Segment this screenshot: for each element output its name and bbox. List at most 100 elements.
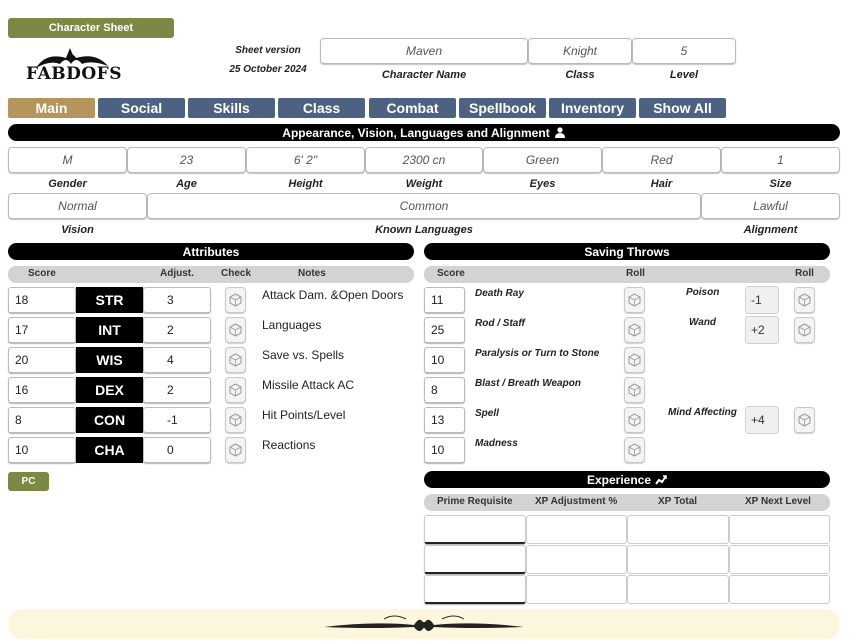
saving-throws-header: Saving Throws bbox=[424, 243, 830, 260]
wis-score-field[interactable]: 20 bbox=[8, 347, 76, 373]
gender-field[interactable]: M bbox=[8, 147, 127, 173]
class-label: Class bbox=[565, 69, 595, 81]
int-check-roll-button[interactable] bbox=[225, 317, 246, 343]
madness-save-score[interactable]: 10 bbox=[424, 437, 465, 463]
paralysis-or-turn-to-stone-save-roll-button[interactable] bbox=[624, 347, 645, 373]
xp-total-cell[interactable] bbox=[627, 545, 729, 574]
eyes-field[interactable]: Green bbox=[483, 147, 602, 173]
xp-next-level-cell[interactable] bbox=[729, 575, 830, 604]
int-adjust-field[interactable]: 2 bbox=[143, 317, 211, 343]
xp-next-level-cell[interactable] bbox=[729, 545, 830, 574]
wand-roll-button[interactable] bbox=[794, 317, 815, 343]
size-field[interactable]: 1 bbox=[721, 147, 840, 173]
poison-modifier[interactable]: -1 bbox=[745, 286, 779, 314]
str-score-field[interactable]: 18 bbox=[8, 287, 76, 313]
int-label: INT bbox=[76, 317, 143, 343]
mind-affecting-roll-button[interactable] bbox=[794, 407, 815, 433]
save-col-roll: Roll bbox=[626, 268, 645, 279]
character-name-field[interactable]: Maven bbox=[320, 38, 528, 64]
tab-skills[interactable]: Skills bbox=[188, 98, 275, 118]
hair-field[interactable]: Red bbox=[602, 147, 721, 173]
sheet-version-date: 25 October 2024 bbox=[229, 64, 307, 75]
rod-staff-save-score[interactable]: 25 bbox=[424, 317, 465, 343]
d20-icon bbox=[798, 413, 811, 427]
vision-field[interactable]: Normal bbox=[8, 193, 147, 219]
xp-adjustment-cell[interactable] bbox=[526, 515, 627, 544]
age-field[interactable]: 23 bbox=[127, 147, 246, 173]
xp-adjustment-cell[interactable] bbox=[526, 575, 627, 604]
tab-spellbook[interactable]: Spellbook bbox=[459, 98, 546, 118]
spell-save-roll-button[interactable] bbox=[624, 407, 645, 433]
con-adjust-field[interactable]: -1 bbox=[143, 407, 211, 433]
mind-affecting-label: Mind Affecting bbox=[668, 407, 737, 418]
poison-roll-button[interactable] bbox=[794, 287, 815, 313]
tab-class[interactable]: Class bbox=[278, 98, 365, 118]
paralysis-or-turn-to-stone-save-score[interactable]: 10 bbox=[424, 347, 465, 373]
con-check-roll-button[interactable] bbox=[225, 407, 246, 433]
d20-icon bbox=[229, 293, 242, 307]
logo-text: FABDOFS bbox=[26, 64, 123, 84]
prime-requisite-cell[interactable] bbox=[424, 515, 526, 544]
spell-save-score[interactable]: 13 bbox=[424, 407, 465, 433]
blast-breath-weapon-save-score[interactable]: 8 bbox=[424, 377, 465, 403]
cha-score-field[interactable]: 10 bbox=[8, 437, 76, 463]
tab-combat[interactable]: Combat bbox=[369, 98, 456, 118]
experience-column-header: Prime Requisite XP Adjustment % XP Total… bbox=[424, 494, 830, 511]
con-score-field[interactable]: 8 bbox=[8, 407, 76, 433]
cha-adjust-field[interactable]: 0 bbox=[143, 437, 211, 463]
death-ray-save-score[interactable]: 11 bbox=[424, 287, 465, 313]
str-check-roll-button[interactable] bbox=[225, 287, 246, 313]
xp-next-level-cell[interactable] bbox=[729, 515, 830, 544]
d20-icon bbox=[229, 413, 242, 427]
d20-icon bbox=[229, 353, 242, 367]
level-field[interactable]: 5 bbox=[632, 38, 736, 64]
tab-show-all[interactable]: Show All bbox=[639, 98, 726, 118]
xp-col-total: XP Total bbox=[658, 496, 698, 507]
languages-field[interactable]: Common bbox=[147, 193, 701, 219]
xp-adjustment-cell[interactable] bbox=[526, 545, 627, 574]
blast-breath-weapon-save-label: Blast / Breath Weapon bbox=[475, 378, 581, 389]
d20-icon bbox=[628, 293, 641, 307]
class-field[interactable]: Knight bbox=[528, 38, 632, 64]
xp-col-prime: Prime Requisite bbox=[437, 496, 513, 507]
character-sheet-badge: Character Sheet bbox=[8, 18, 174, 38]
madness-save-roll-button[interactable] bbox=[624, 437, 645, 463]
blast-breath-weapon-save-roll-button[interactable] bbox=[624, 377, 645, 403]
tab-inventory[interactable]: Inventory bbox=[549, 98, 636, 118]
wand-label: Wand bbox=[689, 317, 717, 328]
wis-check-roll-button[interactable] bbox=[225, 347, 246, 373]
rod-staff-save-label: Rod / Staff bbox=[475, 318, 525, 329]
d20-icon bbox=[798, 293, 811, 307]
xp-total-cell[interactable] bbox=[627, 515, 729, 544]
prime-requisite-cell[interactable] bbox=[424, 545, 526, 574]
mind-affecting-modifier[interactable]: +4 bbox=[745, 406, 779, 434]
appearance-title: Appearance, Vision, Languages and Alignm… bbox=[282, 125, 550, 140]
dex-score-field[interactable]: 16 bbox=[8, 377, 76, 403]
tab-main[interactable]: Main bbox=[8, 98, 95, 118]
age-label: Age bbox=[176, 178, 197, 190]
pc-button[interactable]: PC bbox=[8, 472, 49, 491]
d20-icon bbox=[798, 323, 811, 337]
tab-social[interactable]: Social bbox=[98, 98, 185, 118]
int-note: Languages bbox=[262, 318, 322, 332]
rod-staff-save-roll-button[interactable] bbox=[624, 317, 645, 343]
dex-check-roll-button[interactable] bbox=[225, 377, 246, 403]
xp-col-adjust: XP Adjustment % bbox=[535, 496, 618, 507]
save-col-roll-2: Roll bbox=[795, 268, 814, 279]
alignment-field[interactable]: Lawful bbox=[701, 193, 840, 219]
dex-adjust-field[interactable]: 2 bbox=[143, 377, 211, 403]
str-adjust-field[interactable]: 3 bbox=[143, 287, 211, 313]
xp-total-cell[interactable] bbox=[627, 575, 729, 604]
wand-modifier[interactable]: +2 bbox=[745, 316, 779, 344]
death-ray-save-roll-button[interactable] bbox=[624, 287, 645, 313]
weight-field[interactable]: 2300 cn bbox=[365, 147, 483, 173]
int-score-field[interactable]: 17 bbox=[8, 317, 76, 343]
cha-check-roll-button[interactable] bbox=[225, 437, 246, 463]
prime-requisite-cell[interactable] bbox=[424, 575, 526, 604]
size-label: Size bbox=[769, 178, 792, 190]
d20-icon bbox=[229, 383, 242, 397]
height-label: Height bbox=[288, 178, 323, 190]
wis-adjust-field[interactable]: 4 bbox=[143, 347, 211, 373]
height-field[interactable]: 6' 2" bbox=[246, 147, 365, 173]
languages-label: Known Languages bbox=[375, 224, 473, 236]
